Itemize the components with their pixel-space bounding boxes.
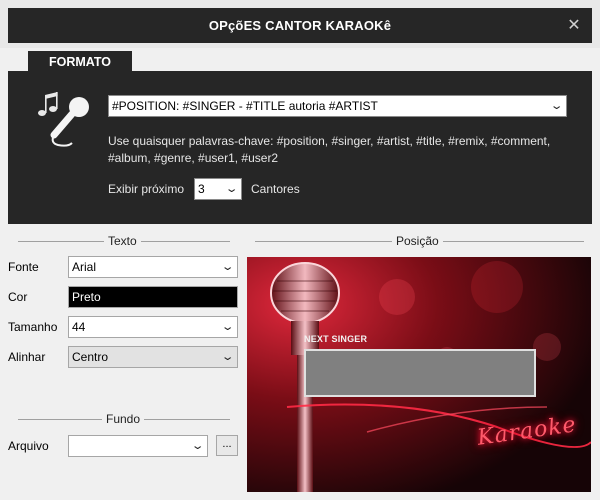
chevron-down-icon: ⌄ xyxy=(190,440,205,452)
format-pattern-select[interactable]: #POSITION: #SINGER - #TITLE autoria #ART… xyxy=(108,95,567,117)
tab-format[interactable]: FORMATO xyxy=(28,51,132,73)
font-label: Fonte xyxy=(8,260,39,274)
position-section-title: Posição xyxy=(392,234,443,248)
close-icon[interactable]: ✕ xyxy=(562,8,586,43)
chevron-down-icon: ⌄ xyxy=(220,351,235,363)
size-label: Tamanho xyxy=(8,320,58,334)
title-bar-strip: OPçõES CANTOR KARAOKê ✕ xyxy=(8,8,592,43)
font-select[interactable]: Arial ⌄ xyxy=(68,256,238,278)
size-select[interactable]: 44 ⌄ xyxy=(68,316,238,338)
align-label: Alinhar xyxy=(8,350,46,364)
color-label: Cor xyxy=(8,290,28,304)
window-title: OPçõES CANTOR KARAOKê xyxy=(208,18,392,33)
show-next-select[interactable]: 3 ⌄ xyxy=(194,178,242,200)
karaoke-microphone-icon xyxy=(38,92,89,147)
show-next-value: 3 xyxy=(198,182,205,196)
color-picker[interactable]: Preto xyxy=(68,286,238,308)
file-select[interactable]: ⌄ xyxy=(68,435,208,457)
chevron-down-icon: ⌄ xyxy=(224,183,239,195)
format-panel: #POSITION: #SINGER - #TITLE autoria #ART… xyxy=(8,71,592,224)
show-next-label: Exibir próximo xyxy=(108,182,185,196)
color-value: Preto xyxy=(72,290,101,304)
text-section-title: Texto xyxy=(104,234,141,248)
chevron-down-icon: ⌄ xyxy=(220,321,235,333)
file-label: Arquivo xyxy=(8,439,49,453)
singers-label: Cantores xyxy=(251,182,300,196)
chevron-down-icon: ⌄ xyxy=(549,100,564,112)
format-hint: Use quaisquer palavras-chave: #position,… xyxy=(108,134,551,165)
align-value: Centro xyxy=(72,350,109,364)
format-pattern-value: #POSITION: #SINGER - #TITLE autoria #ART… xyxy=(112,99,378,113)
browse-button[interactable]: ... xyxy=(216,435,238,456)
position-preview[interactable]: NEXT SINGER Karaoke xyxy=(247,257,591,492)
font-value: Arial xyxy=(72,260,97,274)
background-section-title: Fundo xyxy=(102,412,145,426)
size-value: 44 xyxy=(72,320,86,334)
chevron-down-icon: ⌄ xyxy=(220,261,235,273)
align-select[interactable]: Centro ⌄ xyxy=(68,346,238,368)
title-bar: OPçõES CANTOR KARAOKê ✕ xyxy=(0,0,600,48)
next-singer-box[interactable] xyxy=(304,349,536,397)
next-singer-label: NEXT SINGER xyxy=(304,334,368,344)
